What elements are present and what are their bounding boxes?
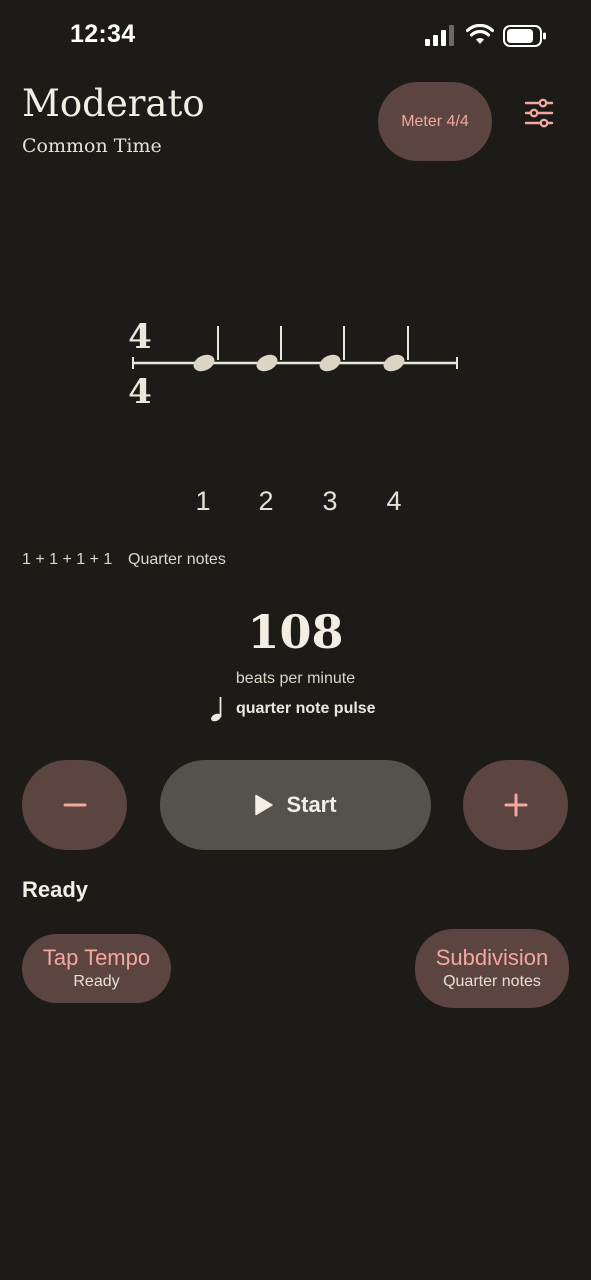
status-time: 12:34	[70, 20, 136, 48]
rhythm-staff: 4 4	[128, 317, 458, 412]
battery-icon	[503, 25, 546, 47]
quarter-note-4	[383, 326, 409, 372]
play-icon	[255, 794, 274, 816]
grouping-pattern: 1 + 1 + 1 + 1	[22, 551, 113, 568]
quarter-note-2	[256, 326, 282, 372]
beat-number-1: 1	[195, 486, 211, 516]
pulse-label: quarter note pulse	[236, 700, 376, 717]
pulse-row: quarter note pulse	[208, 696, 376, 722]
status-text: Ready	[22, 877, 89, 902]
plus-icon	[504, 793, 527, 817]
grouping-name: Quarter notes	[128, 551, 226, 568]
page-title: Moderato	[22, 82, 205, 125]
increase-tempo-button[interactable]	[463, 760, 568, 850]
beat-number-3: 3	[322, 486, 338, 516]
meter-subtitle: Common Time	[22, 135, 162, 157]
start-label: Start	[286, 792, 337, 817]
tap-tempo-button[interactable]: Tap Tempo Ready	[22, 934, 171, 1003]
wifi-icon	[466, 24, 494, 44]
quarter-note-icon	[211, 697, 222, 722]
bpm-unit-label: beats per minute	[235, 670, 356, 687]
tap-tempo-title: Tap Tempo	[42, 944, 151, 970]
decrease-tempo-button[interactable]	[22, 760, 127, 850]
time-signature-top: 4	[128, 317, 152, 357]
time-signature-bottom: 4	[128, 372, 152, 412]
cellular-signal-icon	[425, 25, 454, 46]
tap-tempo-status: Ready	[73, 972, 120, 990]
beat-number-4: 4	[386, 486, 402, 516]
quarter-note-1	[193, 326, 219, 372]
sliders-settings-icon[interactable]	[522, 96, 556, 130]
beat-number-2: 2	[258, 486, 274, 516]
meter-button[interactable]: Meter 4/4	[378, 82, 492, 161]
quarter-note-3	[319, 326, 345, 372]
subdivision-title: Subdivision	[435, 944, 549, 970]
minus-icon	[63, 803, 86, 807]
subdivision-button[interactable]: Subdivision Quarter notes	[415, 929, 569, 1008]
bpm-value: 108	[247, 605, 344, 659]
subdivision-value: Quarter notes	[443, 972, 541, 990]
start-button[interactable]: Start	[160, 760, 431, 850]
